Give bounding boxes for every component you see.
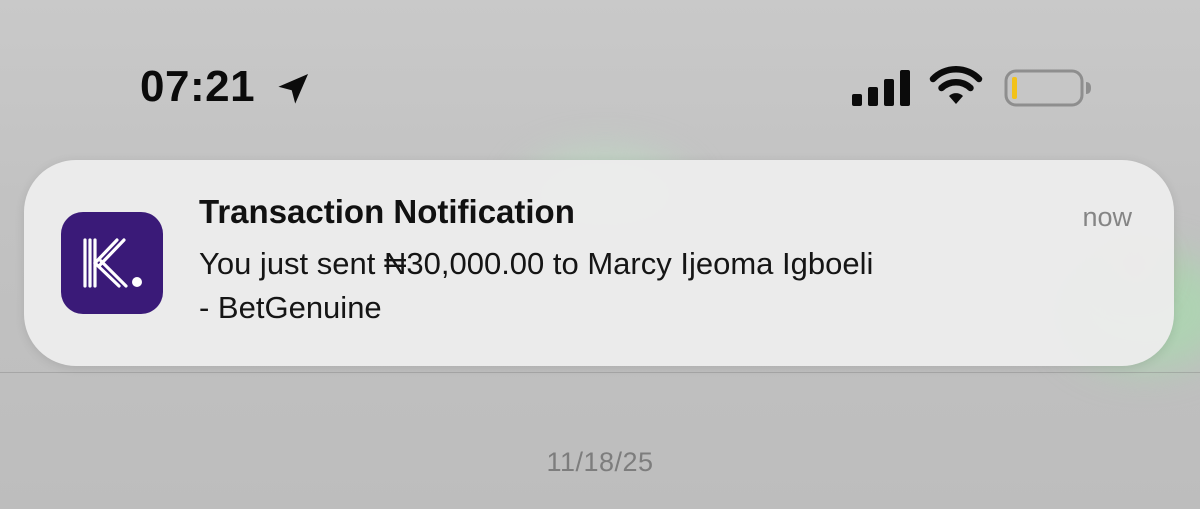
- kuda-app-icon: [61, 212, 163, 314]
- divider: [0, 372, 1200, 373]
- kuda-k-logo-icon: [83, 238, 142, 288]
- transaction-notification[interactable]: Transaction Notification now You just se…: [24, 160, 1174, 366]
- status-time: 07:21: [140, 62, 256, 111]
- battery-low-icon: [1004, 69, 1091, 107]
- date-label: 11/18/25: [546, 447, 654, 477]
- notification-body: You just sent ₦30,000.00 to Marcy Ijeoma…: [199, 242, 1099, 330]
- location-arrow-icon: [278, 73, 309, 104]
- cellular-signal-icon: [852, 70, 910, 106]
- notification-title: Transaction Notification: [199, 193, 575, 230]
- notification-timestamp: now: [1082, 202, 1132, 232]
- wifi-icon: [929, 66, 983, 104]
- notification-body-line: You just sent ₦30,000.00 to Marcy Ijeoma…: [199, 246, 874, 281]
- status-bar: 07:21: [0, 0, 1200, 130]
- notification-body-line: - BetGenuine: [199, 290, 382, 325]
